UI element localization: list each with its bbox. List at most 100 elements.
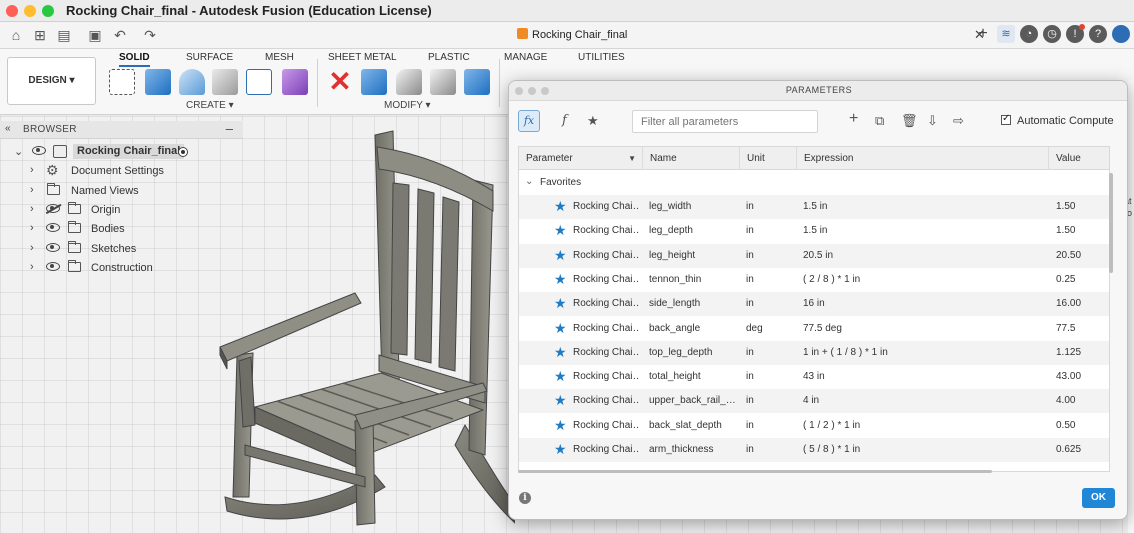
grid-icon[interactable]: ⊞ [32,27,48,43]
cell-expression[interactable]: 4 in [803,395,1043,406]
user-parameters-icon[interactable]: 𝑓 [562,113,567,128]
delete-icon[interactable]: 🗑 [901,113,918,129]
visibility-eye-icon[interactable] [46,243,60,252]
create-menu[interactable]: CREATE ▾ [186,100,234,111]
favorite-star-icon[interactable]: ★ [554,222,567,238]
table-row[interactable]: ★ Rocking Chai… back_angle deg 77.5 deg 77.5 [519,316,1109,341]
browser-item-document-settings[interactable]: › ⚙ Document Settings [0,162,243,181]
home-icon[interactable]: ⌂ [8,27,24,43]
favorite-star-icon[interactable]: ★ [554,441,567,457]
new-tab-icon[interactable]: + [974,25,992,43]
favorite-star-icon[interactable]: ★ [554,344,567,360]
browser-item-sketches[interactable]: › Sketches [0,240,243,259]
table-row[interactable]: ★ Rocking Chai… side_length in 16 in 16.00 [519,292,1109,317]
info-icon[interactable]: i [519,492,531,504]
activate-component-radio[interactable] [178,147,188,157]
revolve-icon[interactable] [179,69,205,95]
cell-expression[interactable]: ( 1 / 2 ) * 1 in [803,420,1043,431]
browser-root-item[interactable]: ⌄ Rocking Chair_final [0,143,243,162]
table-row[interactable]: ★ Rocking Chai… leg_depth in 1.5 in 1.50 [519,219,1109,244]
cell-expression[interactable]: 1 in + ( 1 / 8 ) * 1 in [803,347,1043,358]
workspace-dropdown[interactable]: DESIGN ▾ [7,57,96,105]
import-icon[interactable]: ⇩ [927,113,938,129]
cell-expression[interactable]: ( 2 / 8 ) * 1 in [803,274,1043,285]
cell-expression[interactable]: 20.5 in [803,250,1043,261]
table-row[interactable]: ★ Rocking Chai… top_leg_depth in 1 in + ( 1 … [519,340,1109,365]
cell-expression[interactable]: 1.5 in [803,201,1043,212]
document-tab[interactable]: Rocking Chair_final [517,28,627,41]
automatic-compute-checkbox[interactable]: Automatic Compute [1001,113,1114,127]
data-panel-icon[interactable]: ≋ [997,25,1015,43]
press-pull-icon[interactable] [361,69,387,95]
undo-icon[interactable]: ↶ [112,27,128,43]
export-icon[interactable]: ⇨ [953,113,964,129]
redo-icon[interactable]: ↷ [142,27,158,43]
collapse-browser-icon[interactable]: « [5,123,11,134]
table-row[interactable]: ★ Rocking Chai… upper_back_rail_… in 4 in 4.0… [519,389,1109,414]
help-icon[interactable]: ? [1089,25,1107,43]
chevron-right-icon[interactable]: › [30,242,34,254]
chevron-right-icon[interactable]: › [30,164,34,176]
tab-plastic[interactable]: PLASTIC [428,52,470,63]
fx-parameters-icon[interactable]: fx [518,110,540,132]
minimize-window-button[interactable] [24,5,36,17]
copy-icon[interactable]: ⧉ [875,113,884,129]
pattern-icon[interactable] [246,69,272,95]
add-parameter-icon[interactable]: + [849,110,858,128]
chevron-right-icon[interactable]: › [30,203,34,215]
browser-item-origin[interactable]: › Origin [0,201,243,220]
visibility-eye-icon[interactable] [46,223,60,232]
favorite-star-icon[interactable]: ★ [554,368,567,384]
sort-dropdown-icon[interactable]: ▼ [628,147,636,170]
tab-surface[interactable]: SURFACE [186,52,233,63]
table-row[interactable]: ★ Rocking Chai… tennon_thin in ( 2 / 8 ) * 1… [519,267,1109,292]
file-icon[interactable]: ▤ [56,27,72,43]
favorite-star-icon[interactable]: ★ [554,320,567,336]
modify-menu[interactable]: MODIFY ▾ [384,100,431,111]
job-status-icon[interactable]: ◷ [1043,25,1061,43]
ok-button[interactable]: OK [1082,488,1115,508]
cell-expression[interactable]: 1.5 in [803,225,1043,236]
browser-item-bodies[interactable]: › Bodies [0,220,243,239]
online-status-icon[interactable]: ◔ [1020,25,1038,43]
hidden-eye-icon[interactable] [46,204,60,213]
fillet-icon[interactable] [396,69,422,95]
column-value[interactable]: Value [1049,147,1109,170]
zoom-window-button[interactable] [42,5,54,17]
chevron-down-icon[interactable]: ⌄ [14,145,23,158]
favorite-star-icon[interactable]: ★ [554,417,567,433]
shell-icon[interactable] [430,69,456,95]
hole-icon[interactable] [212,69,238,95]
notifications-icon[interactable]: ! [1066,24,1085,43]
chevron-right-icon[interactable]: › [30,222,34,234]
chevron-down-icon[interactable]: ⌄ [525,176,533,187]
create-form-icon[interactable] [282,69,308,95]
table-row[interactable]: ★ Rocking Chai… leg_height in 20.5 in 20.50 [519,243,1109,268]
create-sketch-icon[interactable] [109,69,135,95]
delete-icon[interactable]: ✕ [327,68,353,96]
cell-expression[interactable]: 43 in [803,371,1043,382]
table-row[interactable]: ★ Rocking Chai… back_slat_depth in ( 1 / 2 )… [519,413,1109,438]
dialog-titlebar[interactable]: PARAMETERS [509,81,1127,101]
column-expression[interactable]: Expression [797,147,1049,170]
browser-item-named-views[interactable]: › Named Views [0,182,243,201]
vertical-scrollbar[interactable] [1109,173,1113,273]
save-icon[interactable]: ▣ [87,27,103,43]
visibility-eye-icon[interactable] [46,262,60,271]
cell-expression[interactable]: 16 in [803,298,1043,309]
browser-item-construction[interactable]: › Construction [0,259,243,278]
column-parameter[interactable]: Parameter ▼ [519,147,643,170]
favorites-star-icon[interactable]: ★ [587,113,599,129]
tab-utilities[interactable]: UTILITIES [578,52,625,63]
column-name[interactable]: Name [643,147,740,170]
filter-parameters-input[interactable] [632,110,818,133]
checkbox-icon[interactable] [1001,113,1011,125]
extrude-icon[interactable] [145,69,171,95]
favorite-star-icon[interactable]: ★ [554,198,567,214]
account-icon[interactable] [1112,25,1130,43]
close-window-button[interactable] [6,5,18,17]
table-row[interactable]: ★ Rocking Chai… leg_width in 1.5 in 1.50 [519,195,1109,219]
favorite-star-icon[interactable]: ★ [554,392,567,408]
tab-solid[interactable]: SOLID [119,52,150,67]
cell-expression[interactable]: ( 5 / 8 ) * 1 in [803,444,1043,455]
